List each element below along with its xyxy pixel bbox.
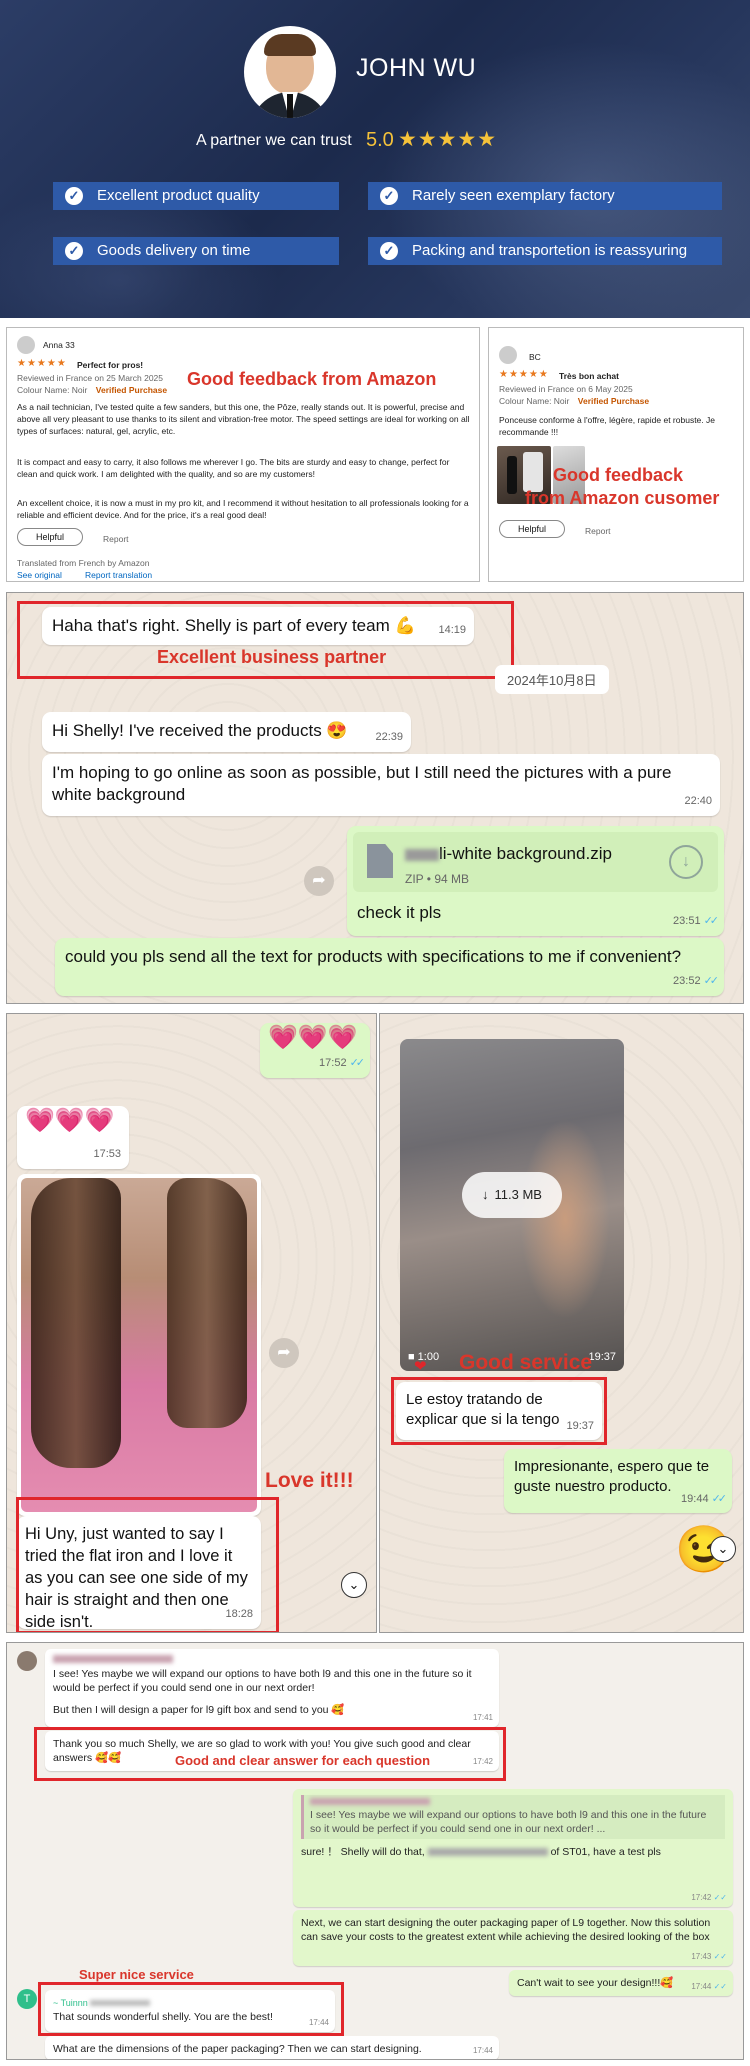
review-text: Ponceuse conforme à l'offre, légère, rap… xyxy=(499,415,715,437)
helpful-button[interactable]: Helpful xyxy=(17,528,83,546)
badge-packing: ✓ Packing and transportetion is reassyuri… xyxy=(368,237,722,265)
chat-message: Hi Shelly! I've received the products 😍 2… xyxy=(42,712,411,752)
review-text: As a nail technician, I've tested quite … xyxy=(17,402,470,436)
review-title: Perfect for pros! xyxy=(77,360,144,370)
emoji-message: 💗💗💗 17:53 xyxy=(17,1106,129,1169)
report-link[interactable]: Report xyxy=(103,533,129,545)
chat-message: I see! Yes maybe we will expand our opti… xyxy=(45,1649,499,1727)
chat-screenshot-3: ↓ 11.3 MB ■ 1:00 19:37 ❤ Good service Le e… xyxy=(379,1013,744,1633)
badge-delivery: ✓ Goods delivery on time xyxy=(53,237,339,265)
annotation-feedback: Good feedback xyxy=(553,465,684,485)
user-avatar-icon xyxy=(17,336,35,354)
review-colour: Colour Name: Noir Verified Purchase xyxy=(499,396,650,406)
annotation-nice-service: Super nice service xyxy=(79,1967,194,1982)
emoji-message: 💗💗💗 17:52 ✓✓ xyxy=(260,1023,370,1078)
highlight-box xyxy=(38,1982,344,2036)
see-original-link[interactable]: See original xyxy=(17,569,62,581)
tagline: A partner we can trust xyxy=(196,132,352,149)
highlight-box xyxy=(391,1377,607,1445)
annotation-amazon: Good feedback from Amazon xyxy=(187,369,437,389)
chat-message: Next, we can start designing the outer p… xyxy=(293,1910,733,1966)
document-icon xyxy=(367,844,393,878)
heart-reaction: ❤ xyxy=(414,1358,427,1375)
review-stars: ★★★★★ xyxy=(17,358,67,369)
review-colour: Colour Name: Noir Verified Purchase xyxy=(17,385,168,395)
review-meta: Reviewed in France on 6 May 2025 xyxy=(499,384,633,394)
quoted-message: I see! Yes maybe we will expand our opti… xyxy=(301,1795,725,1839)
review-meta: Reviewed in France on 25 March 2025 xyxy=(17,373,163,383)
hero-banner: JOHN WU A partner we can trust 5.0 ★★★★★… xyxy=(0,0,750,318)
highlight-box xyxy=(16,1497,279,1632)
report-link[interactable]: Report xyxy=(585,525,611,537)
video-message[interactable]: ↓ 11.3 MB ■ 1:00 19:37 xyxy=(400,1039,624,1371)
rating-stars: ★★★★★ xyxy=(398,128,498,151)
annotation-service: Good service xyxy=(459,1351,593,1374)
annotation-love: Love it!!! xyxy=(265,1469,354,1492)
chat-message: Can't wait to see your design!!!🥰 17:44 ✓… xyxy=(509,1970,733,1996)
amazon-review-2: BC ★★★★★ Très bon achat Reviewed in Fran… xyxy=(488,327,744,582)
review-user: Anna 33 xyxy=(43,340,75,350)
message-time: 23:51 ✓✓ xyxy=(673,915,719,927)
forward-icon[interactable]: ➦ xyxy=(304,866,334,896)
highlight-box xyxy=(34,1727,506,1781)
scroll-down-icon[interactable]: ⌄ xyxy=(710,1536,736,1562)
check-icon: ✓ xyxy=(380,187,398,205)
user-avatar-icon xyxy=(499,346,517,364)
download-icon[interactable]: ↓ xyxy=(669,845,703,879)
chat-message: could you pls send all the text for prod… xyxy=(55,938,724,996)
chat-message: I see! Yes maybe we will expand our opti… xyxy=(293,1789,733,1907)
sender-name-blurred xyxy=(53,1655,173,1663)
report-translation-link[interactable]: Report translation xyxy=(85,569,152,581)
download-video-button[interactable]: ↓ 11.3 MB xyxy=(462,1172,562,1218)
helpful-button[interactable]: Helpful xyxy=(499,520,565,538)
date-chip: 2024年10月8日 xyxy=(495,665,609,694)
chat-screenshot-2: 💗💗💗 17:52 ✓✓ 💗💗💗 17:53 ➦ Love it!!! Hi Uny,… xyxy=(6,1013,377,1633)
check-icon: ✓ xyxy=(380,242,398,260)
profile-name: JOHN WU xyxy=(356,54,477,82)
file-meta: ZIP • 94 MB xyxy=(405,872,470,886)
annotation-partner: Excellent business partner xyxy=(157,647,387,667)
chat-message: I'm hoping to go online as soon as possi… xyxy=(42,754,720,816)
avatar xyxy=(244,26,336,118)
chat-message-text: check it pls xyxy=(357,903,442,922)
file-name: li-white background.zip xyxy=(405,843,612,865)
rating-value: 5.0 xyxy=(366,129,394,151)
chat-screenshot-1: Haha that's right. Shelly is part of eve… xyxy=(6,592,744,1004)
sender-avatar: T xyxy=(17,1989,37,2009)
chat-message: What are the dimensions of the paper pac… xyxy=(45,2036,499,2059)
forward-icon[interactable]: ➦ xyxy=(269,1338,299,1368)
file-message: li-white background.zip ZIP • 94 MB ↓ ch… xyxy=(347,826,724,936)
annotation-customer: from Amazon cusomer xyxy=(525,488,720,508)
sender-avatar xyxy=(17,1651,37,1671)
file-card[interactable]: li-white background.zip ZIP • 94 MB ↓ xyxy=(353,832,718,892)
review-user: BC xyxy=(529,352,541,362)
download-icon: ↓ xyxy=(482,1187,489,1202)
check-icon: ✓ xyxy=(65,187,83,205)
badge-factory: ✓ Rarely seen exemplary factory xyxy=(368,182,722,210)
photo-message[interactable] xyxy=(17,1174,261,1516)
chat-screenshot-4: I see! Yes maybe we will expand our opti… xyxy=(6,1642,744,2060)
review-stars: ★★★★★ xyxy=(499,369,549,380)
message-time: 19:37 xyxy=(588,1351,616,1363)
chat-message: Impresionante, espero que te guste nuest… xyxy=(504,1449,732,1513)
review-title: Très bon achat xyxy=(559,371,619,381)
amazon-review-1: Anna 33 ★★★★★ Perfect for pros! Good fee… xyxy=(6,327,480,582)
scroll-down-icon[interactable]: ⌄ xyxy=(341,1572,367,1598)
translation-note: Translated from French by Amazon xyxy=(17,558,150,568)
badge-quality: ✓ Excellent product quality xyxy=(53,182,339,210)
check-icon: ✓ xyxy=(65,242,83,260)
review-text: An excellent choice, it is now a must in… xyxy=(17,498,469,520)
review-text: It is compact and easy to carry, it also… xyxy=(17,457,450,479)
